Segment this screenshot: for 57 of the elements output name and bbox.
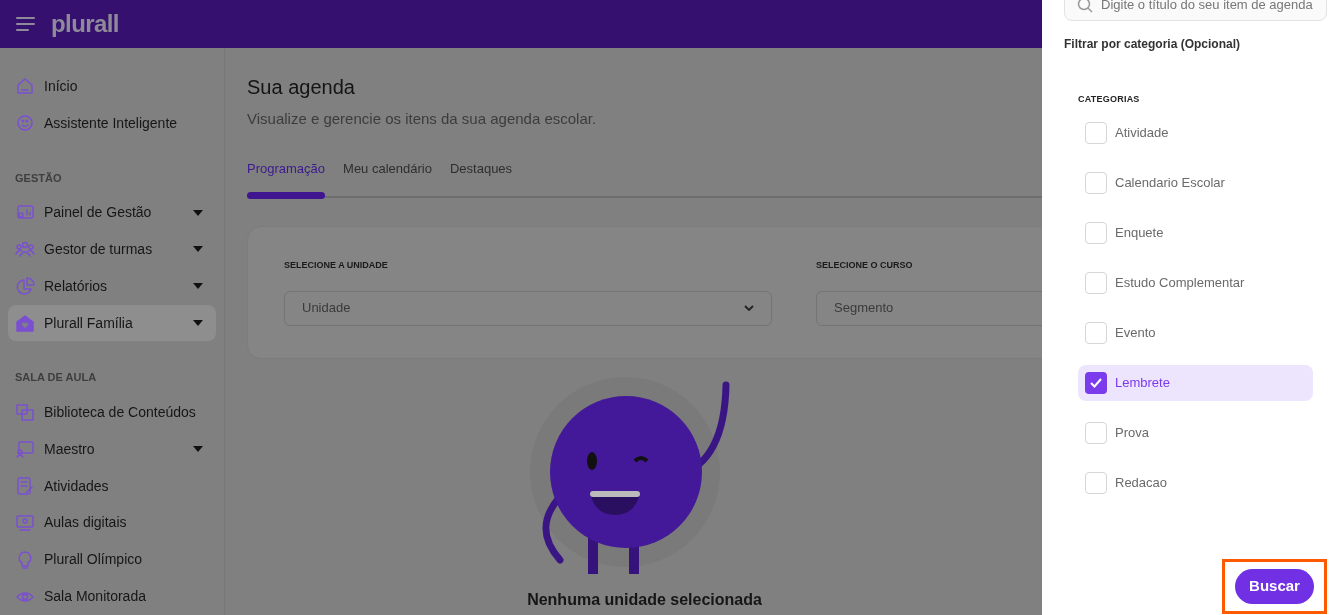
monitor-icon <box>15 512 35 533</box>
sidebar-item[interactable]: Relatórios <box>8 267 216 305</box>
notepad-icon <box>15 476 35 497</box>
home-icon <box>15 76 35 97</box>
checkbox[interactable] <box>1085 121 1107 144</box>
sidebar-item[interactable]: Sala Monitorada <box>8 578 216 615</box>
page-title: Sua agenda <box>247 75 355 100</box>
sidebar-item[interactable]: Atividades <box>8 467 216 505</box>
smiley-icon <box>15 113 35 134</box>
checkbox[interactable] <box>1085 221 1107 244</box>
category-option[interactable]: Evento <box>1078 314 1313 351</box>
field-label: SELECIONE A UNIDADE <box>284 259 389 272</box>
people-icon <box>15 239 35 260</box>
tab[interactable]: Destaques <box>449 158 513 196</box>
sidebar-item[interactable]: Gestor de turmas <box>8 231 216 268</box>
category-option[interactable]: Estudo Complementar <box>1078 264 1313 301</box>
logo: plurall <box>51 12 119 36</box>
checkbox[interactable] <box>1085 321 1107 344</box>
sidebar-item[interactable]: Assistente Inteligente <box>8 104 216 142</box>
sidebar-item[interactable]: Maestro <box>8 430 216 468</box>
checkbox[interactable] <box>1085 421 1107 444</box>
dropdown[interactable]: Unidade <box>284 290 772 326</box>
checkbox[interactable] <box>1085 471 1107 494</box>
section-heading: SALA DE AULA <box>14 370 98 386</box>
checkmark-icon <box>1090 377 1102 388</box>
category-option[interactable]: Atividade <box>1078 114 1313 151</box>
sidebar-item[interactable]: Biblioteca de Conteúdos <box>8 393 216 431</box>
tab[interactable]: Meu calendário <box>343 158 432 196</box>
sidebar-item[interactable]: Aulas digitais <box>8 504 216 542</box>
house-heart-icon <box>15 313 35 334</box>
menu-icon[interactable] <box>16 17 35 31</box>
search-field[interactable]: Digite o título do seu item de agenda <box>1064 0 1327 21</box>
books-icon <box>15 402 35 423</box>
sidebar-item[interactable]: Início <box>8 68 216 105</box>
page-subtitle: Visualize e gerencie os itens da sua agenda escolar. <box>247 109 597 129</box>
chevron-down-icon <box>744 305 754 311</box>
section-heading: GESTÃO <box>14 170 63 186</box>
checkbox[interactable] <box>1085 171 1107 194</box>
presentation-icon <box>15 439 35 460</box>
category-option[interactable]: Redacao <box>1078 464 1313 501</box>
category-option[interactable]: Lembrete <box>1078 364 1313 401</box>
category-option[interactable]: Calendario Escolar <box>1078 164 1313 201</box>
sidebar-item[interactable]: Plurall Olímpico <box>8 541 216 579</box>
search-button[interactable]: Buscar <box>1235 569 1314 604</box>
category-option[interactable]: Prova <box>1078 414 1313 451</box>
tab[interactable]: Programação <box>247 158 326 196</box>
field-label: SELECIONE O CURSO <box>816 259 914 272</box>
category-option[interactable]: Enquete <box>1078 214 1313 251</box>
empty-state-message: Nenhuma unidade selecionada <box>527 589 762 610</box>
filter-title: Filtrar por categoria (Opcional) <box>1064 36 1242 53</box>
checkbox[interactable] <box>1085 271 1107 294</box>
checkbox[interactable] <box>1085 371 1107 394</box>
search-icon <box>1077 0 1093 13</box>
categories-label: CATEGORIAS <box>1077 93 1141 106</box>
sidebar-item[interactable]: Painel de Gestão <box>8 194 216 231</box>
pie-chart-icon <box>15 276 35 297</box>
sidebar-item[interactable]: Plurall Família <box>8 304 216 342</box>
